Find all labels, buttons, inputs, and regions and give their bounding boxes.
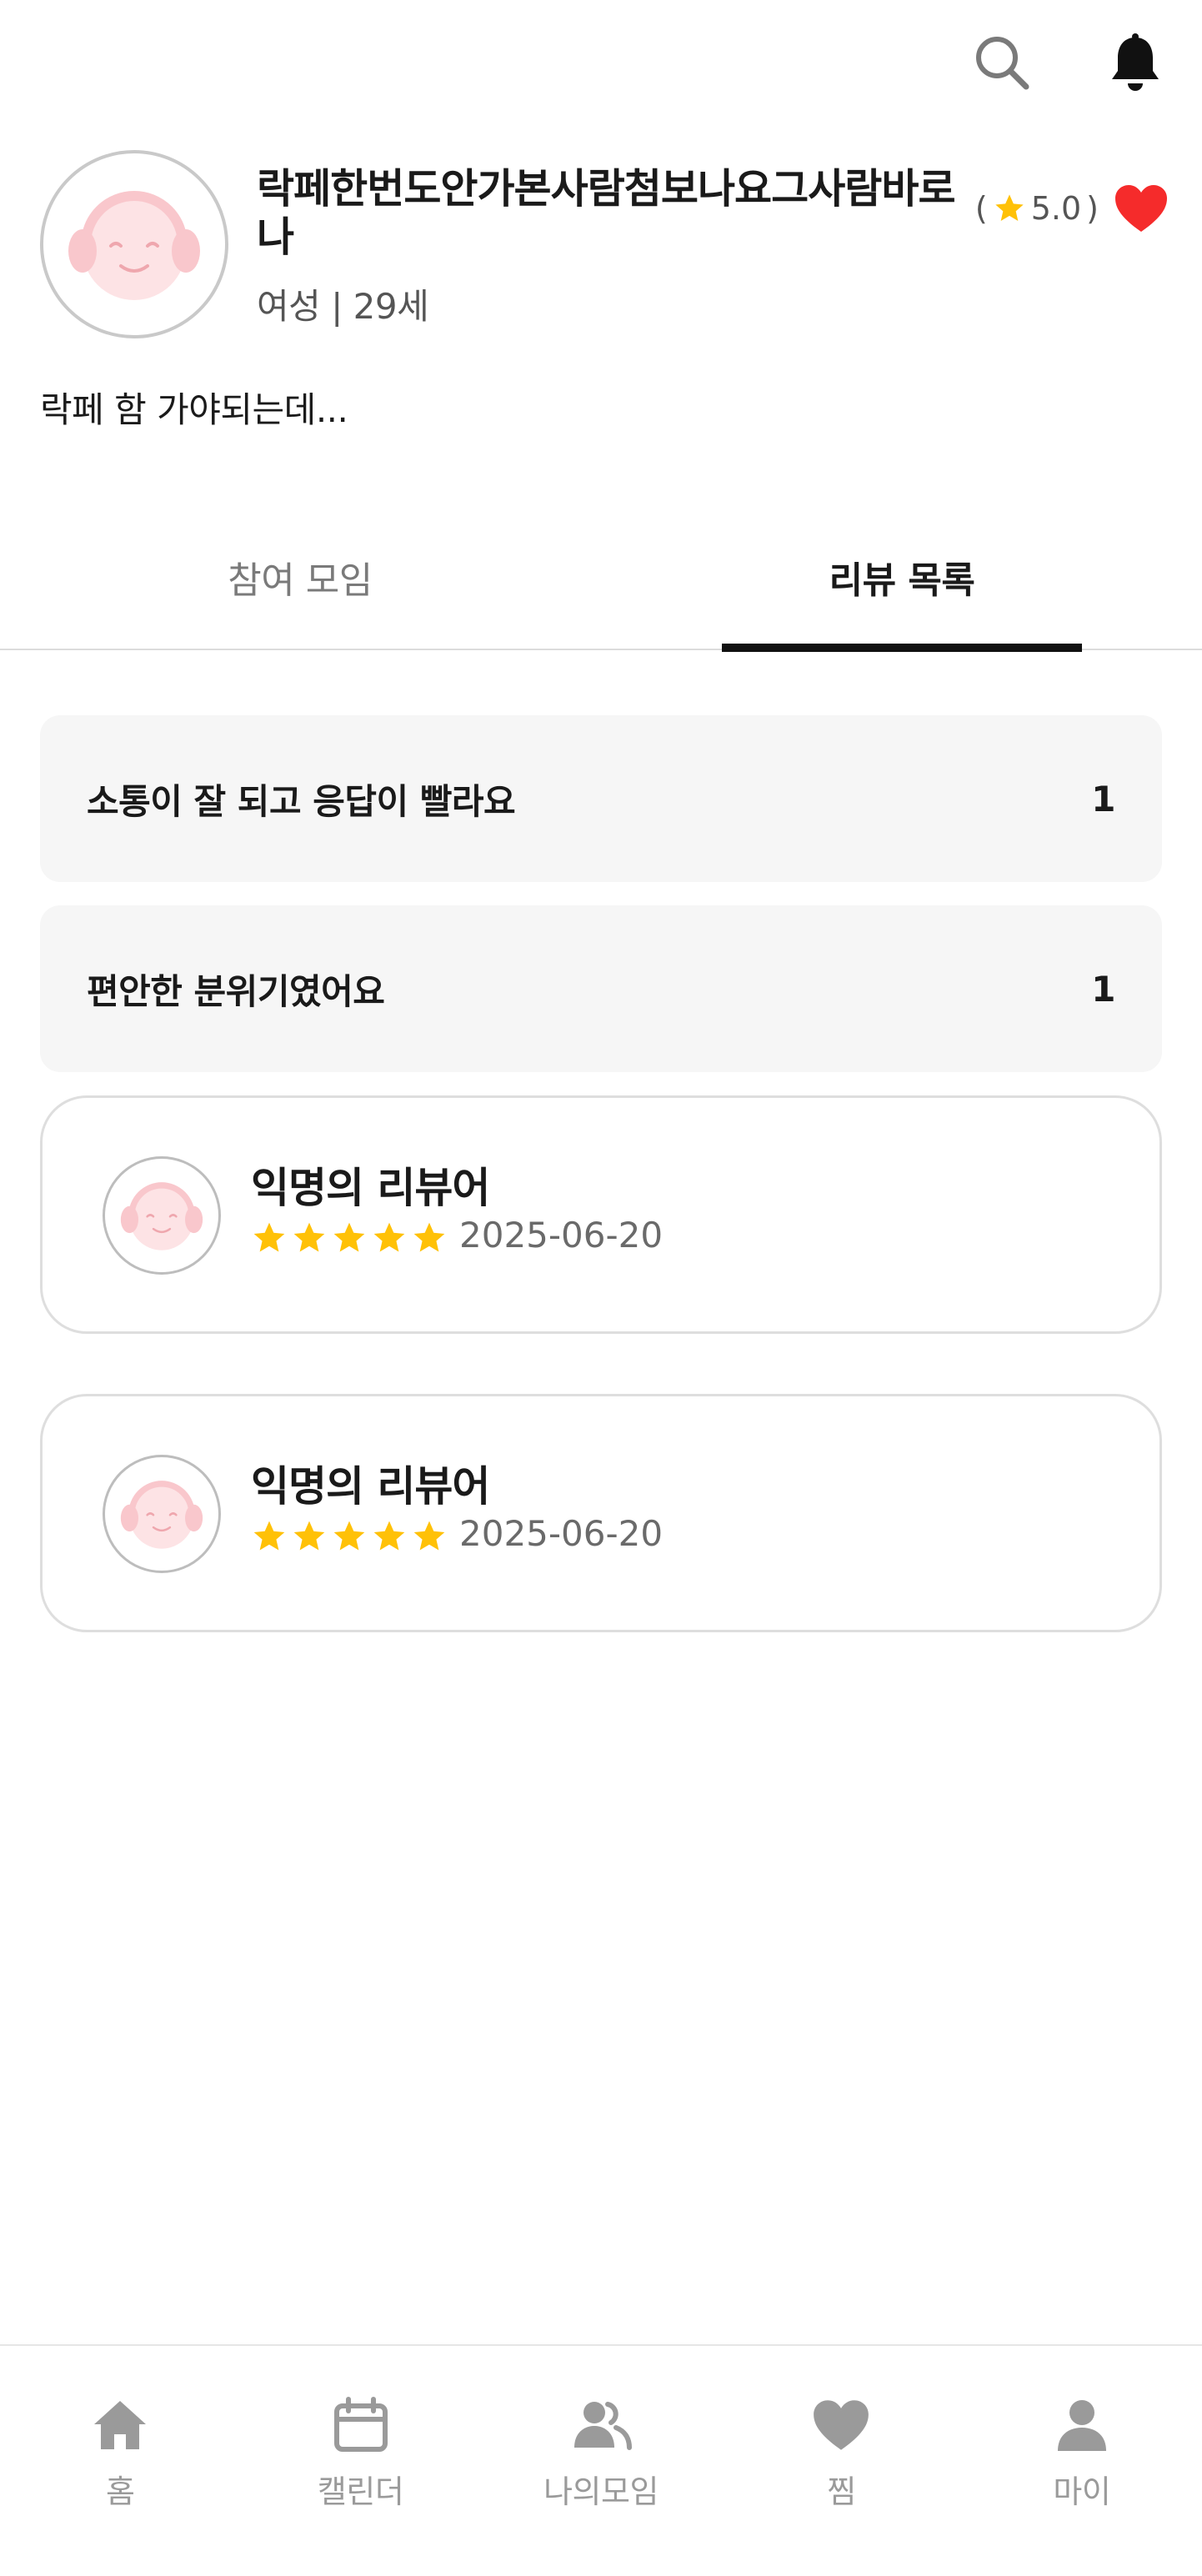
headphone-face-icon (120, 1481, 203, 1549)
review-card[interactable]: 익명의 리뷰어 2025-06-20 (40, 1095, 1162, 1334)
notification-button[interactable] (1102, 25, 1169, 100)
keyword-label: 소통이 잘 되고 응답이 빨라요 (87, 780, 516, 822)
rating-summary: ( 5.0 ) (975, 183, 1169, 233)
profile-name: 락페한번도안가본사람첨보나요그사람바로나 (257, 165, 956, 261)
profile-review-page: 락페한번도안가본사람첨보나요그사람바로나 여성 | 29세 ( 5.0 ) 락페… (0, 0, 1202, 2576)
calendar-icon (333, 2397, 388, 2452)
nav-label: 홈 (105, 2473, 135, 2510)
nav-label: 마이 (1053, 2473, 1111, 2510)
profile-bio: 락페 함 가야되는데... (40, 389, 348, 430)
tab-review-list[interactable]: 리뷰 목록 (722, 534, 1082, 652)
nav-item-calendar[interactable]: 캘린더 (240, 2346, 480, 2576)
bell-icon (1112, 33, 1159, 91)
top-bar (969, 25, 1169, 100)
tab-bar: 참여 모임 리뷰 목록 (0, 534, 1202, 652)
star-icon (253, 1521, 285, 1551)
rating-close-paren: ) (1086, 190, 1099, 227)
keyword-row: 소통이 잘 되고 응답이 빨라요 1 (40, 715, 1162, 882)
heart-icon[interactable] (1114, 183, 1169, 233)
nav-item-home[interactable]: 홈 (0, 2346, 240, 2576)
headphone-face-icon (68, 191, 200, 300)
star-icon (293, 1222, 325, 1252)
profile-meta: 여성 | 29세 (257, 286, 429, 327)
rating-value: 5.0 (1030, 190, 1082, 227)
avatar (40, 150, 228, 338)
star-icon (333, 1222, 365, 1252)
reviewer-name: 익명의 리뷰어 (251, 1164, 490, 1212)
star-icon (413, 1222, 445, 1252)
nav-item-my[interactable]: 마이 (962, 2346, 1202, 2576)
keyword-row: 편안한 분위기였어요 1 (40, 905, 1162, 1072)
nav-label: 캘린더 (317, 2473, 404, 2510)
headphone-face-icon (120, 1182, 203, 1250)
nav-item-my-meetings[interactable]: 나의모임 (481, 2346, 721, 2576)
rating-open-paren: ( (974, 190, 988, 227)
keyword-count: 1 (1091, 968, 1115, 1010)
star-icon (293, 1521, 325, 1551)
search-icon (976, 37, 1029, 90)
nav-label: 찜 (827, 2473, 856, 2510)
review-card[interactable]: 익명의 리뷰어 2025-06-20 (40, 1394, 1162, 1632)
nav-label: 나의모임 (543, 2473, 659, 2510)
tab-joined-meetings[interactable]: 참여 모임 (117, 534, 483, 650)
reviewer-name: 익명의 리뷰어 (251, 1462, 490, 1511)
review-date: 2025-06-20 (459, 1215, 664, 1255)
home-icon (94, 2401, 147, 2449)
person-icon (1057, 2400, 1106, 2451)
star-rating (251, 1220, 448, 1256)
star-icon (995, 194, 1024, 221)
search-button[interactable] (969, 25, 1035, 100)
reviewer-avatar (103, 1156, 221, 1275)
keyword-count: 1 (1091, 778, 1115, 819)
star-icon (333, 1521, 365, 1551)
nav-item-favorites[interactable]: 찜 (721, 2346, 961, 2576)
star-icon (373, 1521, 405, 1551)
review-date: 2025-06-20 (459, 1513, 664, 1554)
star-icon (253, 1222, 285, 1252)
profile-header: 락페한번도안가본사람첨보나요그사람바로나 여성 | 29세 ( 5.0 ) (40, 150, 1169, 342)
group-icon (574, 2402, 633, 2450)
star-icon (413, 1521, 445, 1551)
star-icon (373, 1222, 405, 1252)
heart-icon (814, 2400, 869, 2450)
star-rating (251, 1518, 448, 1555)
keyword-label: 편안한 분위기였어요 (87, 970, 385, 1012)
bottom-nav: 홈 캘린더 나의모임 찜 마이 (0, 2344, 1202, 2576)
reviewer-avatar (103, 1455, 221, 1573)
